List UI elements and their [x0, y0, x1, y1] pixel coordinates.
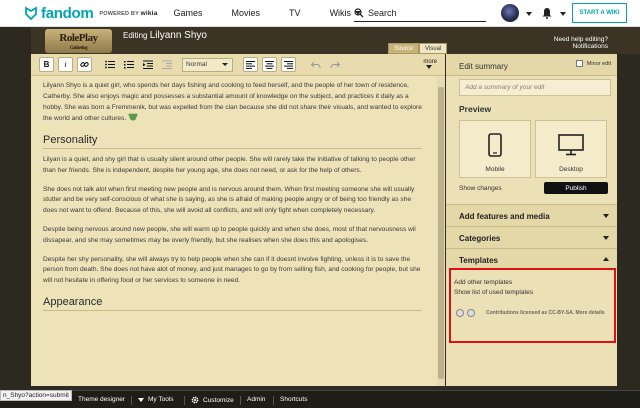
- align-left-icon: [246, 60, 255, 69]
- outdent-icon: [161, 60, 172, 69]
- preview-heading: Preview: [459, 104, 492, 114]
- editor-mode-tabs: Source Visual: [388, 43, 448, 54]
- page-background-right: [617, 54, 640, 390]
- more-button[interactable]: more: [423, 59, 437, 71]
- paragraph: She does not talk alot when first meetin…: [43, 185, 415, 215]
- templates-section[interactable]: Templates: [446, 248, 617, 270]
- edit-summary-header: Edit summary Minor edit: [446, 54, 617, 76]
- numbered-list-button[interactable]: [121, 57, 136, 72]
- scrollbar-thumb[interactable]: [438, 87, 444, 379]
- bullet-list-button[interactable]: [102, 57, 117, 72]
- tab-source[interactable]: Source: [388, 43, 420, 54]
- intro-paragraph: Lilyann Shyo is a quiet girl, who spends…: [43, 82, 422, 123]
- fandom-heart-icon: [25, 6, 37, 20]
- edit-summary-input[interactable]: Add a summary of your edit: [459, 79, 611, 96]
- nav-movies[interactable]: Movies: [232, 8, 261, 18]
- outdent-button[interactable]: [159, 57, 174, 72]
- redo-button[interactable]: [327, 57, 342, 72]
- fandom-wordmark: fandom: [41, 4, 94, 22]
- chevron-down-icon: [426, 65, 433, 69]
- separator: [273, 396, 274, 405]
- paragraph: Lilyan is a quiet, and shy girl that is …: [43, 155, 416, 174]
- numbered-list-icon: [123, 61, 134, 69]
- editor-header: RolePlay Gathering Editing Lilyann Shyo S…: [31, 27, 640, 54]
- heading-appearance: Appearance: [43, 297, 422, 311]
- preview-mobile-button[interactable]: Mobile: [459, 120, 531, 178]
- avatar[interactable]: [501, 4, 519, 22]
- publish-button[interactable]: Publish: [544, 182, 608, 194]
- notifications-link[interactable]: Notifications: [554, 43, 608, 50]
- align-center-button[interactable]: [262, 57, 277, 72]
- admin-link[interactable]: Admin: [247, 396, 265, 403]
- undo-icon: [310, 61, 320, 68]
- tab-visual[interactable]: Visual: [419, 43, 448, 54]
- link-icon: [80, 62, 89, 67]
- article-content[interactable]: Lilyann Shyo is a quiet girl, who spends…: [31, 77, 434, 386]
- editor-toolbar: B i Normal more: [31, 54, 445, 76]
- separator: [184, 396, 185, 405]
- chevron-down-icon: [222, 63, 228, 66]
- indent-button[interactable]: [140, 57, 155, 72]
- highlight-box: [449, 268, 616, 343]
- minor-edit-checkbox[interactable]: Minor edit: [575, 60, 611, 67]
- shortcuts-link[interactable]: Shortcuts: [280, 396, 307, 403]
- heading-personality: Personality: [43, 135, 422, 149]
- page-title: Editing Lilyann Shyo: [123, 30, 207, 41]
- avatar-chevron-icon[interactable]: [526, 12, 532, 16]
- notifications-bell-icon[interactable]: [541, 7, 553, 19]
- paragraph: Despite her shy personality, she will al…: [43, 255, 421, 285]
- global-navigation: fandom POWERED BY wikia Games Movies TV …: [0, 0, 640, 27]
- status-url: n_Shyo?action=submit: [0, 390, 72, 401]
- align-center-icon: [265, 60, 274, 69]
- search-input[interactable]: Search: [354, 4, 486, 22]
- help-editing-link[interactable]: Need help editing?: [554, 36, 608, 43]
- powered-by: POWERED BY wikia: [99, 9, 158, 17]
- chevron-down-icon: [138, 397, 144, 402]
- italic-button[interactable]: i: [58, 57, 73, 72]
- paragraph-format-select[interactable]: Normal: [182, 57, 233, 72]
- editor-area: B i Normal more Lilyann Shyo is a quiet …: [31, 54, 445, 386]
- start-a-wiki-button[interactable]: START A WIKI: [572, 3, 627, 23]
- customize-link[interactable]: Customize: [191, 396, 234, 404]
- redo-icon: [330, 61, 340, 68]
- link-button[interactable]: [77, 57, 92, 72]
- checkbox-icon: [575, 60, 583, 67]
- paragraph: Despite being nervous around new people,…: [43, 225, 416, 244]
- bullet-list-icon: [104, 60, 115, 69]
- edit-summary-label: Edit summary: [459, 62, 508, 71]
- chevron-up-icon: [603, 257, 609, 261]
- nav-tv[interactable]: TV: [289, 8, 301, 18]
- emoticon-icon: [128, 113, 138, 121]
- add-features-section[interactable]: Add features and media: [446, 204, 617, 226]
- mobile-phone-icon: [488, 133, 502, 157]
- separator: [240, 396, 241, 405]
- search-icon: [354, 7, 364, 17]
- help-links: Need help editing? Notifications: [554, 36, 608, 50]
- chevron-down-icon: [603, 214, 609, 218]
- undo-button[interactable]: [308, 57, 323, 72]
- notifications-chevron-icon[interactable]: [560, 12, 566, 16]
- desktop-monitor-icon: [558, 134, 584, 156]
- indent-icon: [142, 60, 153, 69]
- editor-scrollbar[interactable]: [437, 77, 445, 386]
- page-background-left: [0, 27, 31, 390]
- nav-games[interactable]: Games: [174, 8, 203, 18]
- my-tools-menu[interactable]: My Tools: [138, 396, 174, 403]
- wikia-toolbar: Theme designer My Tools Customize Admin …: [0, 390, 640, 408]
- show-changes-link[interactable]: Show changes: [459, 185, 502, 192]
- align-right-icon: [284, 60, 293, 69]
- separator: [131, 396, 132, 405]
- fandom-logo[interactable]: fandom POWERED BY wikia: [24, 0, 158, 27]
- bold-button[interactable]: B: [39, 57, 54, 72]
- theme-designer-link[interactable]: Theme designer: [78, 396, 125, 403]
- wiki-logo[interactable]: RolePlay Gathering: [45, 29, 112, 53]
- categories-section[interactable]: Categories: [446, 226, 617, 248]
- chevron-down-icon: [603, 236, 609, 240]
- align-right-button[interactable]: [281, 57, 296, 72]
- gear-icon: [191, 396, 199, 404]
- align-left-button[interactable]: [243, 57, 258, 72]
- preview-desktop-button[interactable]: Desktop: [535, 120, 607, 178]
